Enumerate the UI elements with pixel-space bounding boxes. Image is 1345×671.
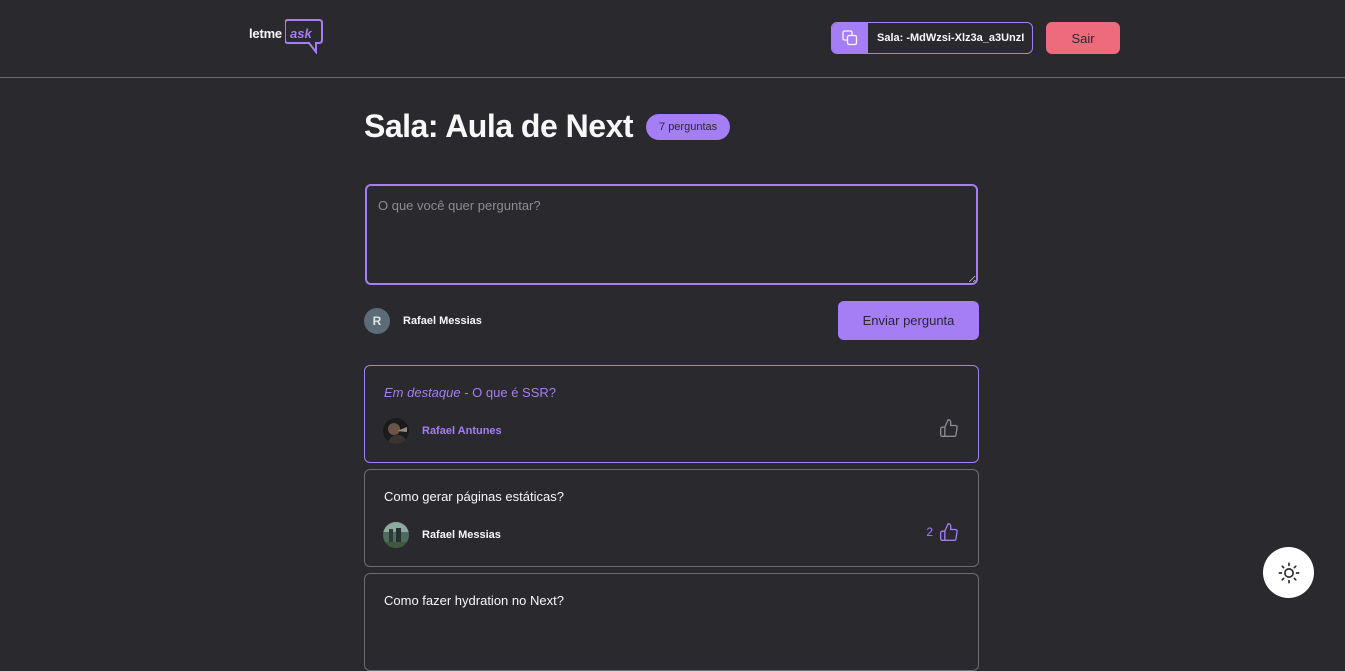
send-question-button[interactable]: Enviar pergunta: [838, 301, 979, 340]
question-content: Em destaque - O que é SSR?: [384, 385, 556, 400]
avatar: [383, 522, 409, 548]
like-button[interactable]: [933, 418, 959, 438]
question-card: Em destaque - O que é SSR? Rafael Antune…: [364, 365, 979, 463]
question-input[interactable]: [365, 184, 978, 285]
question-content: Como gerar páginas estáticas?: [384, 489, 564, 504]
question-form-footer: R Rafael Messias Enviar pergunta: [364, 301, 979, 340]
like-button[interactable]: 2: [926, 522, 959, 542]
letmeask-logo[interactable]: letme ask: [249, 18, 325, 56]
avatar: [383, 418, 409, 444]
highlight-separator: -: [460, 385, 473, 400]
author-name: Rafael Antunes: [422, 425, 502, 437]
copy-icon[interactable]: [832, 23, 868, 53]
room-code-text: Sala: -MdWzsi-Xlz3a_a3UnzI: [877, 32, 1025, 44]
question-content: Como fazer hydration no Next?: [384, 593, 564, 608]
question-card: Como fazer hydration no Next?: [364, 573, 979, 671]
logout-button[interactable]: Sair: [1046, 22, 1120, 54]
highlight-label: Em destaque: [384, 385, 461, 400]
current-user-info: R Rafael Messias: [364, 308, 482, 334]
logo-text-ask: ask: [290, 26, 312, 41]
current-user-name: Rafael Messias: [403, 315, 482, 327]
page-title: Sala: Aula de Next: [364, 108, 634, 144]
app-header: letme ask Sala: -MdWzsi-Xlz3a_a3UnzI Sai…: [0, 0, 1345, 78]
question-text: O que é SSR?: [472, 385, 556, 400]
question-count-badge: 7 perguntas: [646, 113, 731, 140]
logo-text-letme: letme: [249, 26, 282, 41]
author-name: Rafael Messias: [422, 529, 501, 541]
question-author: Rafael Messias: [383, 522, 501, 548]
thumbs-up-icon: [940, 419, 958, 437]
room-code-button[interactable]: Sala: -MdWzsi-Xlz3a_a3UnzI: [831, 22, 1033, 54]
theme-toggle-button[interactable]: [1263, 547, 1314, 598]
room-title-row: Sala: Aula de Next 7 perguntas: [364, 108, 731, 145]
question-author: Rafael Antunes: [383, 418, 502, 444]
question-card: Como gerar páginas estáticas? Rafael Mes…: [364, 469, 979, 567]
sun-icon: [1278, 562, 1299, 583]
thumbs-up-icon: [940, 523, 958, 541]
avatar: R: [364, 308, 390, 334]
like-count: 2: [926, 525, 933, 539]
